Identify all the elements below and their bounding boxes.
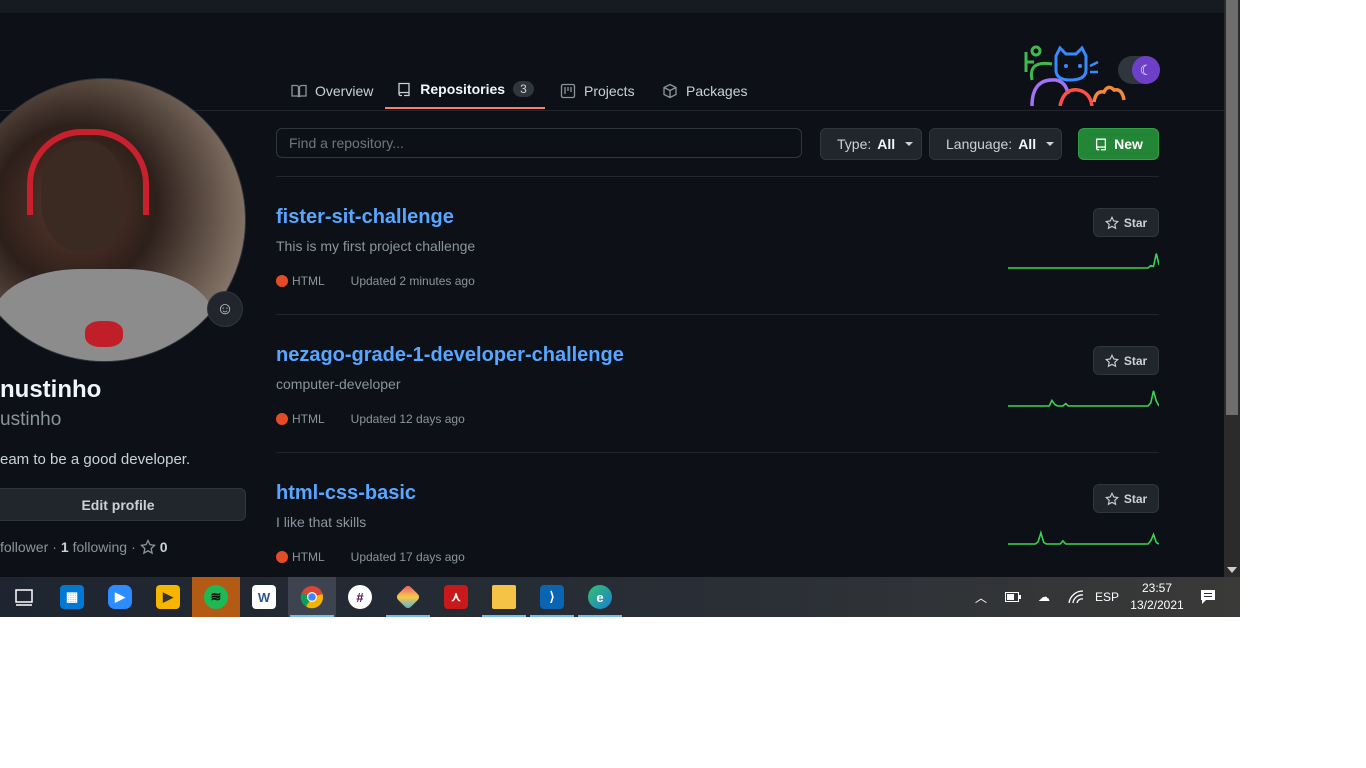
spotify-icon[interactable]: ≋ [192,577,240,617]
video-player-icon[interactable]: ▶ [144,577,192,617]
tab-packages-label: Packages [686,82,748,99]
system-clock[interactable]: 23:57 13/2/2021 [1124,580,1190,614]
vertical-scrollbar[interactable] [1224,0,1240,577]
notifications-icon[interactable] [1196,577,1220,617]
onedrive-cloud-icon[interactable]: ☁ [1033,577,1055,617]
profile-username: ustinho [0,409,62,430]
star-button[interactable]: Star [1093,484,1159,513]
store-icon[interactable]: ▦ [48,577,96,617]
input-language-indicator[interactable]: ESP [1094,577,1120,617]
caret-down-icon [905,142,914,146]
tab-projects[interactable]: Projects [560,70,635,111]
find-repository-input[interactable] [276,128,802,158]
task-view-icon[interactable] [0,577,48,617]
avatar [0,78,246,362]
edge-icon[interactable]: e [576,577,624,617]
file-explorer-icon[interactable] [480,577,528,617]
slack-icon[interactable]: # [336,577,384,617]
profile-display-name: nustinho [0,376,102,403]
scroll-down-arrow-icon[interactable] [1227,567,1237,573]
theme-toggle[interactable]: ☾ [1118,56,1160,84]
acrobat-icon[interactable]: ⋏ [432,577,480,617]
chevron-up-icon[interactable]: ︿ [970,577,992,617]
language-color-dot [276,551,288,563]
vscode-icon[interactable]: ⟩ [528,577,576,617]
followers-link[interactable]: follower [0,539,48,555]
repo-icon [398,82,410,96]
stars-count[interactable]: 0 [160,539,168,555]
sparkline-path [1008,253,1159,269]
tab-projects-label: Projects [584,82,635,99]
package-icon [663,83,677,98]
project-icon [560,83,576,98]
following-link[interactable]: 1 following [61,539,127,555]
chrome-icon[interactable] [288,577,336,617]
repositories-count-badge: 3 [513,80,534,97]
repo-language: HTML [292,550,325,564]
repo-language: HTML [292,412,325,426]
language-filter-dropdown[interactable]: Language: All [929,128,1062,160]
list-divider [276,176,1159,177]
tab-overview[interactable]: Overview [291,70,373,111]
repo-language: HTML [292,274,325,288]
repo-name-link[interactable]: nezago-grade-1-developer-challenge [276,344,624,367]
repo-updated: Updated 12 days ago [350,412,465,426]
sparkline-path [1008,530,1159,545]
star-button[interactable]: Star [1093,346,1159,375]
windows-taskbar: ▦ ▶ ▶ ≋ W # ⋏ ⟩ e ︿ ☁ ESP 23:57 13/2/202… [0,577,1240,617]
follow-stats: follower · 1 following · 0 [0,539,168,555]
repo-meta: HTML Updated 17 days ago [276,550,465,564]
star-icon [1104,215,1119,229]
caret-down-icon [1046,142,1055,146]
activity-sparkline [1008,253,1159,269]
type-filter-dropdown[interactable]: Type: All [820,128,922,160]
repo-name-link[interactable]: fister-sit-challenge [276,206,454,229]
language-color-dot [276,413,288,425]
list-divider [276,452,1159,453]
repo-description: This is my first project challenge [276,238,476,254]
browser-viewport: Overview Repositories 3 Projects Package… [0,0,1240,617]
clock-date: 13/2/2021 [1130,598,1184,612]
activity-sparkline [1008,390,1159,407]
profile-bio: eam to be a good developer. [0,451,191,468]
repo-updated: Updated 17 days ago [350,550,465,564]
moon-icon: ☾ [1132,56,1160,84]
star-icon [1104,491,1119,505]
repo-description: computer-developer [276,376,401,392]
star-icon [1104,353,1119,367]
scrollbar-thumb[interactable] [1226,0,1238,415]
zoom-icon[interactable]: ▶ [96,577,144,617]
word-icon[interactable]: W [240,577,288,617]
repo-description: I like that skills [276,514,367,530]
tab-repositories[interactable]: Repositories 3 [385,70,545,109]
tab-repositories-label: Repositories [420,80,506,97]
repo-meta: HTML Updated 12 days ago [276,412,465,426]
star-icon [139,539,156,555]
book-icon [291,84,307,97]
repo-icon [1096,138,1107,151]
list-divider [276,314,1159,315]
activity-sparkline [1008,530,1159,545]
clock-time: 23:57 [1141,581,1173,595]
octocat-mascot-illustration [1024,45,1126,106]
wifi-icon[interactable] [1065,577,1087,617]
repo-meta: HTML Updated 2 minutes ago [276,274,475,288]
top-header-bar [0,0,1224,13]
tab-overview-label: Overview [315,82,374,99]
new-repository-button[interactable]: New [1078,128,1159,160]
star-button[interactable]: Star [1093,208,1159,237]
repo-name-link[interactable]: html-css-basic [276,482,416,505]
repo-updated: Updated 2 minutes ago [350,274,475,288]
git-icon[interactable] [384,577,432,617]
sparkline-path [1008,390,1159,407]
battery-icon[interactable] [1002,577,1024,617]
language-color-dot [276,275,288,287]
edit-profile-button[interactable]: Edit profile [0,488,246,521]
tab-packages[interactable]: Packages [662,70,747,111]
set-status-smiley-icon[interactable]: ☺ [207,291,243,327]
